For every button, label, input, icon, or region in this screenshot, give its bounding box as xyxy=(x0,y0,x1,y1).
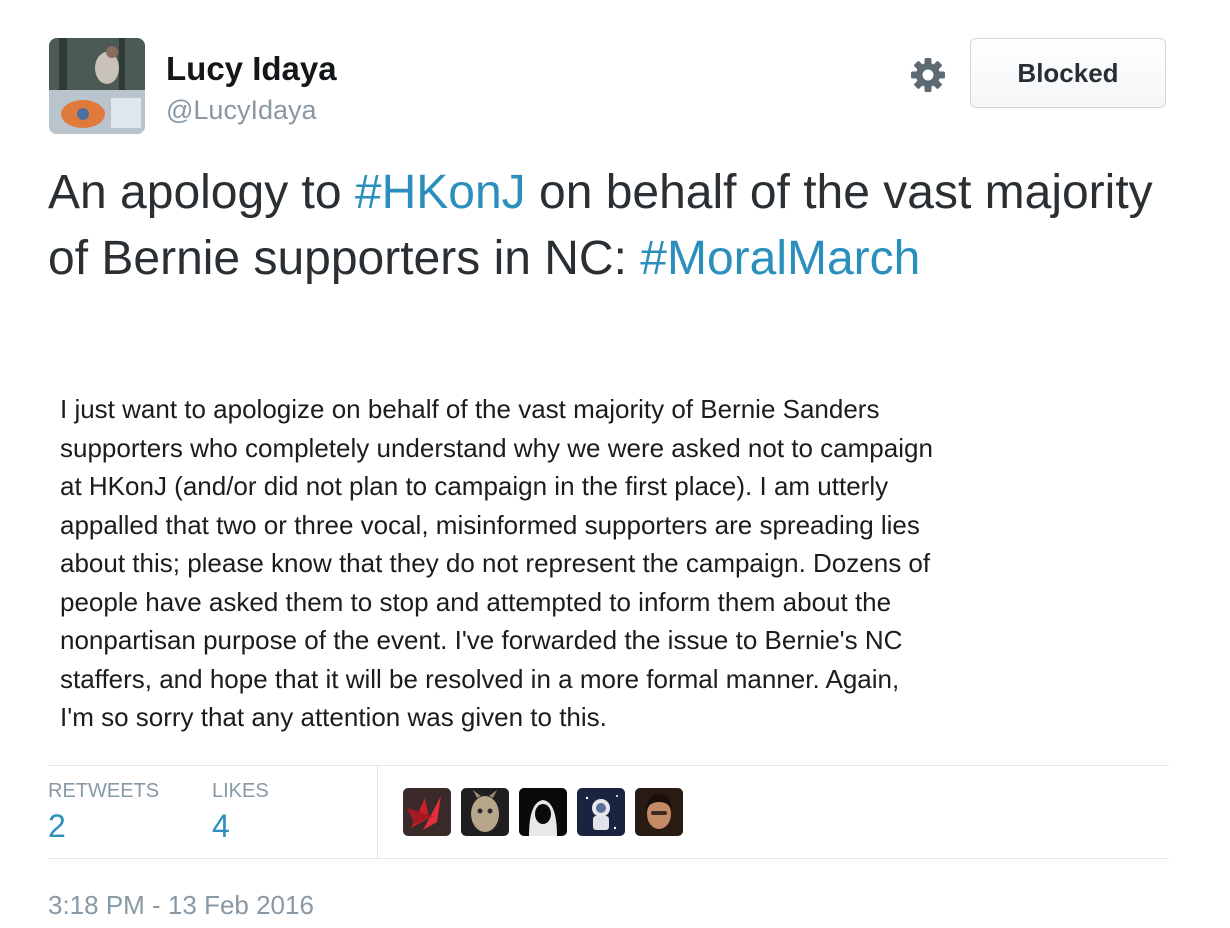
hooded-figure-avatar[interactable] xyxy=(519,788,567,836)
image-text-line: at HKonJ (and/or did not plan to campaig… xyxy=(60,471,889,501)
likes-label[interactable]: LIKES xyxy=(212,780,269,803)
divider xyxy=(48,858,1169,859)
astronaut-avatar[interactable] xyxy=(577,788,625,836)
hashtag-link[interactable]: #MoralMarch xyxy=(640,232,920,285)
display-name[interactable]: Lucy Idaya xyxy=(166,50,337,88)
image-text-line: supporters who completely understand why… xyxy=(60,432,933,463)
sculpture-avatar[interactable] xyxy=(461,788,509,836)
image-text-line: I'm so sorry that any attention was give… xyxy=(60,702,607,732)
image-text-line: I just want to apologize on behalf of th… xyxy=(60,394,880,424)
attached-image[interactable]: I just want to apologize on behalf of th… xyxy=(60,390,1020,737)
woman-portrait-avatar[interactable] xyxy=(635,788,683,836)
user-handle[interactable]: @LucyIdaya xyxy=(166,95,317,126)
retweets-label[interactable]: RETWEETS xyxy=(48,780,159,803)
image-text-line: appalled that two or three vocal, misinf… xyxy=(60,509,920,540)
divider xyxy=(48,765,1169,766)
avatar[interactable] xyxy=(49,38,145,134)
tweet-timestamp[interactable]: 3:18 PM - 13 Feb 2016 xyxy=(48,890,314,921)
image-text-line: staffers, and hope that it will be resol… xyxy=(60,663,900,694)
likes-count[interactable]: 4 xyxy=(212,808,230,845)
divider xyxy=(377,766,378,858)
retweets-count[interactable]: 2 xyxy=(48,808,66,845)
tweet-text-part: An apology to xyxy=(48,166,355,219)
gear-icon[interactable] xyxy=(908,55,948,95)
blocked-button[interactable]: Blocked xyxy=(970,38,1166,108)
image-text-line: people have asked them to stop and attem… xyxy=(60,586,892,617)
red-plant-avatar[interactable] xyxy=(403,788,451,836)
tweet-text: An apology to #HKonJ on behalf of the va… xyxy=(48,160,1178,292)
image-text-line: about this; please know that they do not… xyxy=(60,548,931,578)
hashtag-link[interactable]: #HKonJ xyxy=(355,166,526,219)
image-text-line: nonpartisan purpose of the event. I've f… xyxy=(60,625,903,655)
